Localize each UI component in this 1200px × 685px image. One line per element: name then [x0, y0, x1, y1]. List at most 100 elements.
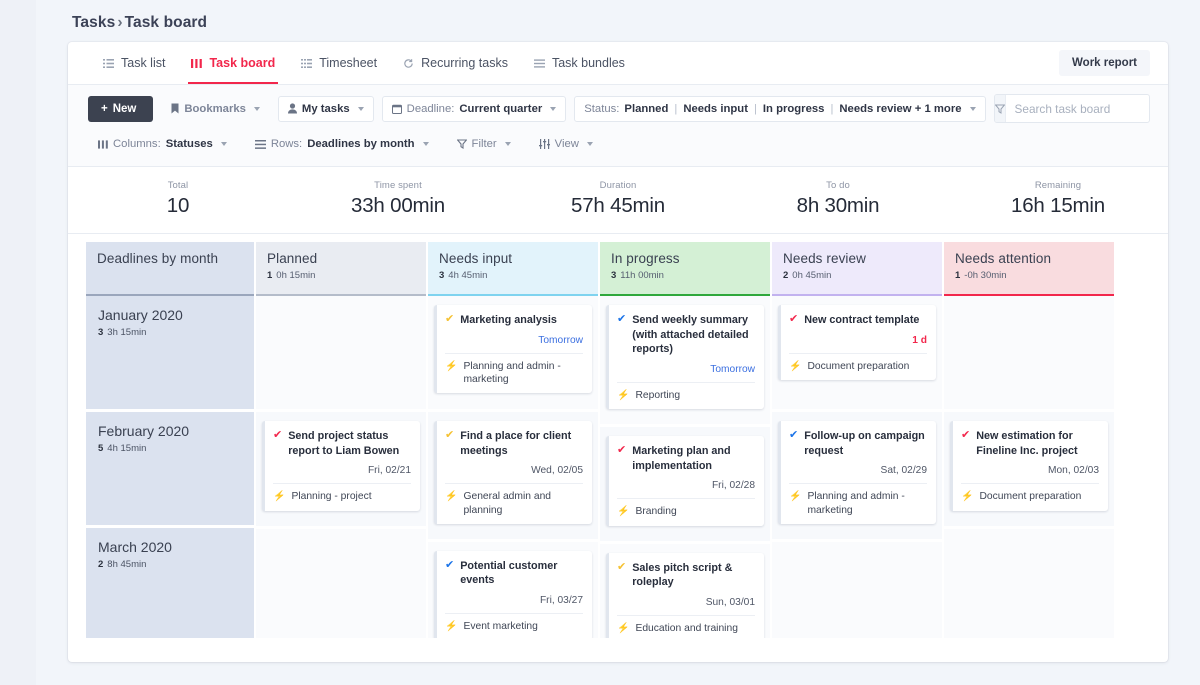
- task-due-date: Wed, 02/05: [531, 465, 583, 477]
- chevron-down-icon: [357, 106, 364, 111]
- column-title: Needs review: [783, 251, 866, 266]
- task-card[interactable]: ✔ Find a place for client meetings Wed, 02…: [434, 421, 592, 524]
- board-cell[interactable]: [772, 541, 942, 638]
- check-icon[interactable]: ✔: [445, 559, 454, 571]
- app-frame: Tasks›Task board Task list Task board: [36, 0, 1200, 685]
- check-icon[interactable]: ✔: [617, 561, 626, 573]
- tab-timesheet[interactable]: Timesheet: [288, 42, 390, 84]
- check-icon[interactable]: ✔: [617, 314, 626, 325]
- board-cell[interactable]: ✔ Potential customer events Fri, 03/27 ⚡ Eve…: [428, 541, 598, 638]
- status-label: Status:: [584, 102, 620, 115]
- columns-icon: [98, 139, 108, 149]
- board-cell[interactable]: ✔ Sales pitch script & roleplay Sun, 03/01…: [600, 543, 770, 638]
- user-icon: [287, 103, 297, 114]
- tab-task-bundles[interactable]: Task bundles: [521, 42, 638, 84]
- task-card[interactable]: ✔ Marketing plan and implementation Fri, 0…: [606, 436, 764, 526]
- board-cell[interactable]: ✔ Marketing plan and implementation Fri, 0…: [600, 427, 770, 544]
- task-card-header: ✔ Marketing plan and implementation: [617, 444, 755, 473]
- deadline-dropdown[interactable]: Deadline: Current quarter: [381, 95, 567, 122]
- tab-label: Task board: [209, 56, 276, 70]
- task-project-name: Education and training: [635, 622, 738, 634]
- task-title: Send weekly summary (with attached detai…: [632, 314, 749, 356]
- filter-funnel-icon[interactable]: [994, 95, 1006, 122]
- task-board[interactable]: Deadlines by month January 2020 3 3h 15min F…: [68, 234, 1168, 638]
- check-icon[interactable]: ✔: [789, 314, 798, 325]
- bolt-icon: ⚡: [789, 491, 802, 503]
- chevron-down-icon: [422, 142, 429, 146]
- summary-stats: Total 10 Time spent 33h 00min Duration 5…: [68, 167, 1168, 234]
- check-icon[interactable]: ✔: [273, 430, 282, 441]
- column-title: Planned: [267, 251, 318, 266]
- task-project-name: Document preparation: [979, 491, 1082, 503]
- status-separator: |: [674, 102, 678, 115]
- task-card[interactable]: ✔ Send weekly summary (with attached deta…: [606, 305, 764, 410]
- task-title: Sales pitch script & roleplay: [632, 561, 733, 589]
- tab-task-list[interactable]: Task list: [90, 42, 178, 84]
- board-cell[interactable]: ✔ Follow-up on campaign request Sat, 02/29…: [772, 412, 942, 542]
- check-icon[interactable]: ✔: [445, 314, 454, 325]
- check-icon[interactable]: ✔: [789, 430, 798, 441]
- bookmarks-dropdown[interactable]: Bookmarks: [161, 96, 270, 122]
- breadcrumb-root[interactable]: Tasks: [72, 14, 115, 31]
- deadline-value: Current quarter: [459, 102, 543, 115]
- filter-label: Filter: [471, 138, 497, 150]
- task-card[interactable]: ✔ New estimation for Fineline Inc. projec…: [950, 421, 1108, 511]
- new-task-button[interactable]: + New: [88, 95, 154, 122]
- check-icon[interactable]: ✔: [617, 445, 626, 456]
- task-due-date: Tomorrow: [710, 363, 755, 375]
- columns-dropdown[interactable]: Columns: Statuses: [88, 131, 237, 157]
- column-summary: 1 0h 15min: [267, 270, 316, 281]
- rows-label: Rows:: [270, 138, 303, 150]
- task-card[interactable]: ✔ New contract template 1 d ⚡ Document prepa…: [778, 305, 936, 380]
- status-separator: |: [753, 102, 757, 115]
- board-cell[interactable]: [944, 296, 1114, 412]
- bolt-icon: ⚡: [617, 389, 630, 401]
- board-cell[interactable]: [944, 528, 1114, 638]
- task-card-header: ✔ New contract template: [789, 313, 927, 328]
- task-due-date: Tomorrow: [538, 334, 583, 346]
- stat-duration: Duration 57h 45min: [508, 180, 728, 218]
- board-row-header-column: Deadlines by month January 2020 3 3h 15min F…: [86, 242, 254, 638]
- board-row-header-title: Deadlines by month: [86, 242, 254, 296]
- rows-dropdown[interactable]: Rows: Deadlines by month: [245, 131, 439, 157]
- row-month-summary: 5 4h 15min: [98, 443, 147, 454]
- task-card[interactable]: ✔ Follow-up on campaign request Sat, 02/29…: [778, 421, 936, 524]
- task-card[interactable]: ✔ Send project status report to Liam Bowe…: [262, 421, 420, 511]
- task-card[interactable]: ✔ Potential customer events Fri, 03/27 ⚡ Eve…: [434, 550, 592, 638]
- filter-row-1: + New Bookmarks My tasks Deadline: Curre…: [88, 94, 1150, 123]
- board-cell[interactable]: ✔ Send project status report to Liam Bowe…: [256, 412, 426, 529]
- status-dropdown[interactable]: Status: Planned | Needs input | In progr…: [574, 95, 986, 122]
- task-card[interactable]: ✔ Marketing analysis Tomorrow ⚡ Planning and…: [434, 305, 592, 394]
- chevron-down-icon: [550, 106, 557, 111]
- work-report-button[interactable]: Work report: [1059, 50, 1150, 76]
- board-cell[interactable]: [256, 528, 426, 638]
- board-cell[interactable]: ✔ Find a place for client meetings Wed, 02…: [428, 412, 598, 542]
- new-label: New: [112, 102, 137, 115]
- status-value-2: In progress: [762, 102, 825, 115]
- board-cell[interactable]: ✔ Marketing analysis Tomorrow ⚡ Planning and…: [428, 296, 598, 412]
- search-task-board[interactable]: [993, 94, 1150, 123]
- board-cell[interactable]: [256, 296, 426, 412]
- filter-dropdown[interactable]: Filter: [447, 131, 521, 157]
- check-icon[interactable]: ✔: [961, 430, 970, 441]
- tab-recurring-tasks[interactable]: Recurring tasks: [390, 42, 521, 84]
- my-tasks-dropdown[interactable]: My tasks: [277, 95, 374, 122]
- board-cell[interactable]: ✔ New contract template 1 d ⚡ Document prepa…: [772, 296, 942, 412]
- board-cell[interactable]: ✔ Send weekly summary (with attached deta…: [600, 296, 770, 428]
- task-card[interactable]: ✔ Sales pitch script & roleplay Sun, 03/01…: [606, 552, 764, 638]
- tab-label: Task list: [121, 56, 166, 70]
- chevron-down-icon: [253, 106, 260, 111]
- tab-task-board[interactable]: Task board: [178, 42, 288, 84]
- board-cell[interactable]: ✔ New estimation for Fineline Inc. projec…: [944, 412, 1114, 529]
- check-icon[interactable]: ✔: [445, 430, 454, 441]
- task-card-header: ✔ Send project status report to Liam Bowe…: [273, 429, 411, 458]
- grid-icon: [301, 58, 313, 69]
- view-dropdown[interactable]: View: [529, 131, 603, 157]
- search-input[interactable]: [1005, 101, 1149, 116]
- task-title: New estimation for Fineline Inc. project: [976, 430, 1078, 457]
- column-summary: 3 11h 00min: [611, 270, 664, 281]
- task-project-name: General admin and planning: [463, 491, 552, 516]
- stat-value: 8h 30min: [796, 194, 880, 217]
- board-column-inprogress: In progress 3 11h 00min ✔ Send weekly summar…: [600, 242, 770, 638]
- bookmark-icon: [171, 103, 179, 114]
